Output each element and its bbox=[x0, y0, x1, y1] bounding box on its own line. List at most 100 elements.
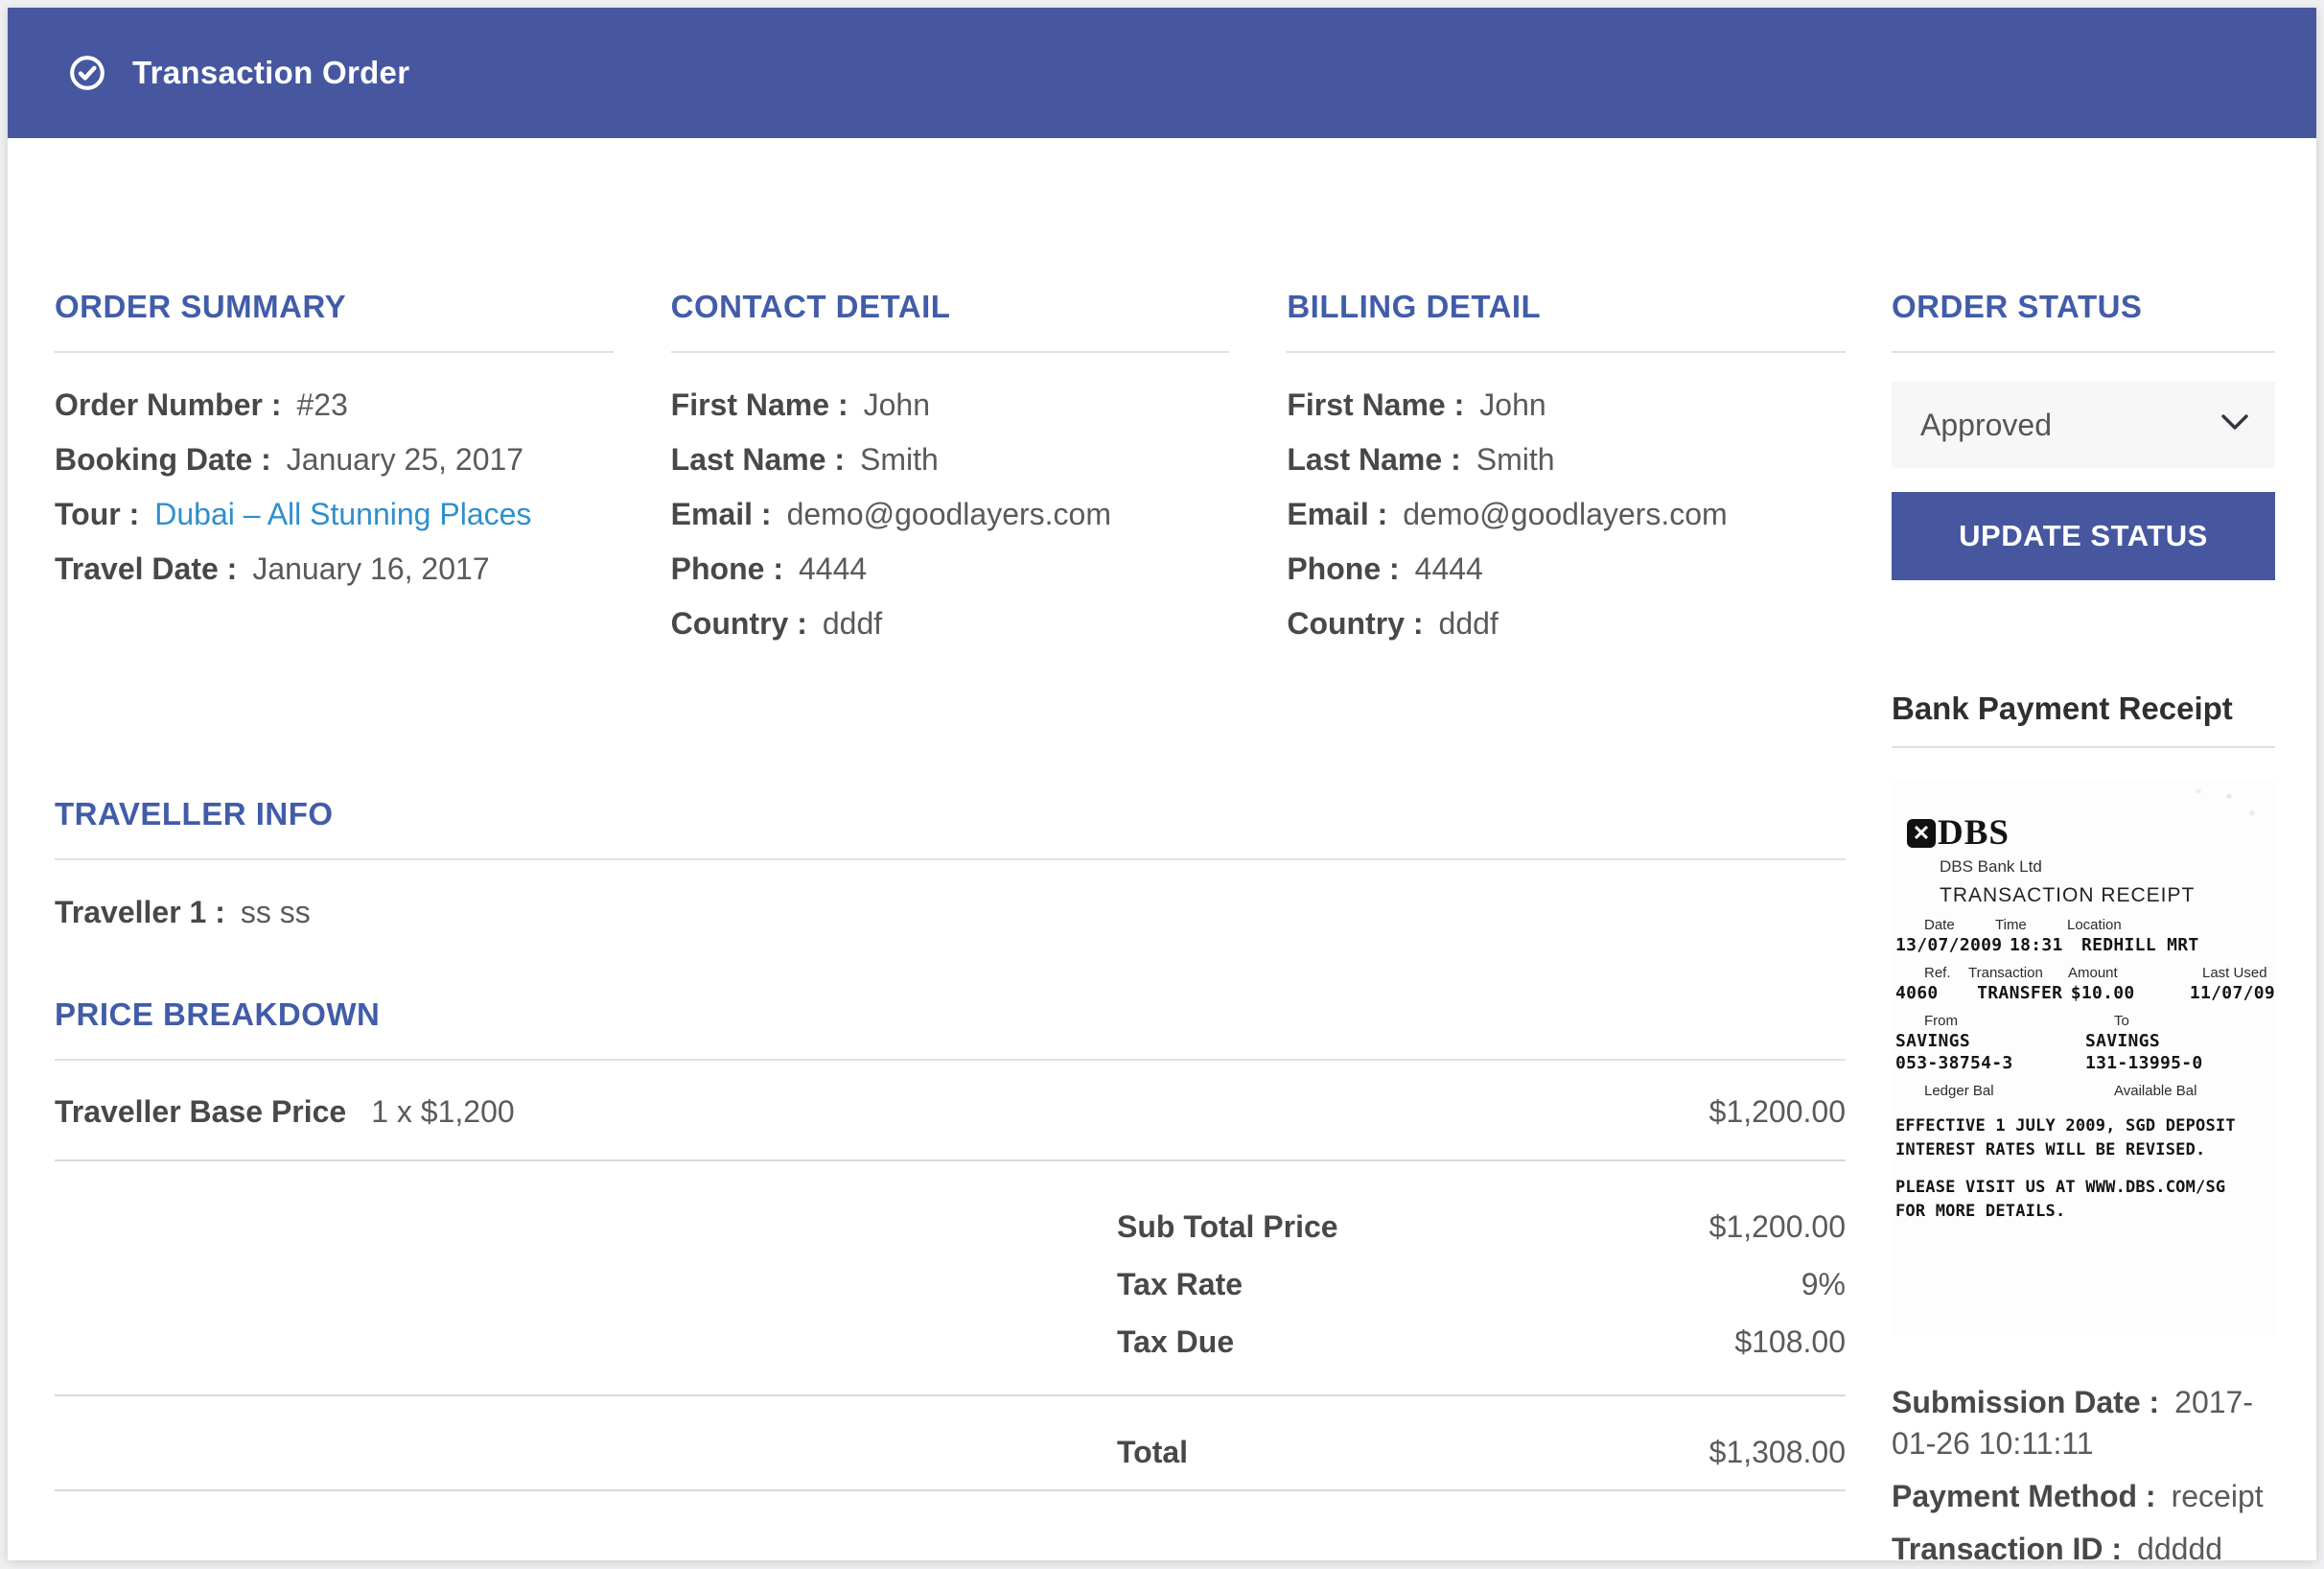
divider bbox=[55, 858, 1846, 860]
receipt-from-label: From bbox=[1892, 1013, 2081, 1029]
tax-due-label: Tax Due bbox=[1117, 1323, 1234, 1361]
divider bbox=[1892, 746, 2275, 748]
field-value: January 16, 2017 bbox=[252, 551, 489, 586]
dbs-logo-mark-icon: ✕ bbox=[1907, 819, 1936, 848]
field-label: Transaction ID : bbox=[1892, 1532, 2122, 1560]
field-label: Last Name : bbox=[671, 442, 845, 477]
tour-row: Tour : Dubai – All Stunning Places bbox=[55, 495, 614, 533]
field-value: ss ss bbox=[241, 895, 311, 929]
receipt-time-label: Time bbox=[1995, 917, 2067, 933]
billing-detail-section: BILLING DETAIL First Name :John Last Nam… bbox=[1287, 287, 1846, 659]
order-status-section: ORDER STATUS Approved UPDATE STATUS bbox=[1892, 287, 2275, 580]
receipt-available-bal-label: Available Bal bbox=[2081, 1083, 2275, 1099]
receipt-notice: PLEASE VISIT US AT WWW.DBS.COM/SG FOR MO… bbox=[1895, 1176, 2275, 1224]
last-name-row: Last Name : Smith bbox=[671, 440, 1230, 479]
receipt-ref-value: 4060 bbox=[1892, 983, 1977, 1003]
receipt-transaction-label: Transaction bbox=[1968, 965, 2068, 981]
receipt-from-account: 053-38754-3 bbox=[1892, 1053, 2081, 1073]
total-label: Total bbox=[1117, 1433, 1188, 1471]
page-title: Transaction Order bbox=[132, 55, 409, 91]
tax-rate-label: Tax Rate bbox=[1117, 1265, 1243, 1303]
field-value: John bbox=[1479, 387, 1545, 422]
subtotal-row: Sub Total Price $1,200.00 bbox=[55, 1207, 1846, 1246]
divider bbox=[1287, 351, 1846, 353]
email-row: Email : demo@goodlayers.com bbox=[671, 495, 1230, 533]
email-row: Email : demo@goodlayers.com bbox=[1287, 495, 1846, 533]
traveller-row: Traveller 1 :ss ss bbox=[55, 893, 1846, 931]
field-value: Smith bbox=[1476, 442, 1555, 477]
field-value: dddf bbox=[823, 606, 882, 641]
payment-meta: Submission Date :2017-01-26 10:11:11 Pay… bbox=[1892, 1382, 2275, 1560]
order-summary-section: ORDER SUMMARY Order Number :#23 Booking … bbox=[55, 287, 614, 659]
divider bbox=[55, 1489, 1846, 1491]
receipt-date-value: 13/07/2009 bbox=[1892, 935, 2010, 955]
submission-date-row: Submission Date :2017-01-26 10:11:11 bbox=[1892, 1382, 2275, 1464]
tax-rate-row: Tax Rate 9% bbox=[55, 1265, 1846, 1303]
total-row: Total $1,308.00 bbox=[55, 1433, 1846, 1471]
receipt-image: ✕ DBS DBS Bank Ltd TRANSACTION RECEIPT D… bbox=[1892, 780, 2275, 1334]
field-label: Email : bbox=[1287, 497, 1387, 531]
receipt-time-value: 18:31 bbox=[2010, 935, 2081, 955]
field-label: Tour : bbox=[55, 497, 139, 531]
field-value: receipt bbox=[2172, 1479, 2264, 1513]
page-header: Transaction Order bbox=[8, 8, 2316, 138]
travel-date-row: Travel Date : January 16, 2017 bbox=[55, 550, 614, 588]
field-label: Payment Method : bbox=[1892, 1479, 2156, 1513]
field-value: Smith bbox=[860, 442, 939, 477]
page-content: ORDER SUMMARY Order Number :#23 Booking … bbox=[8, 138, 2316, 1560]
receipt-from-type: SAVINGS bbox=[1892, 1031, 2081, 1051]
bank-payment-receipt-heading: Bank Payment Receipt bbox=[1892, 689, 2275, 728]
price-breakdown-section: PRICE BREAKDOWN Traveller Base Price 1 x… bbox=[55, 995, 1846, 1491]
receipt-amount-label: Amount bbox=[2068, 965, 2202, 981]
field-value: 4444 bbox=[799, 551, 867, 586]
transaction-id-row: Transaction ID :ddddd bbox=[1892, 1529, 2275, 1560]
tax-due-row: Tax Due $108.00 bbox=[55, 1323, 1846, 1361]
field-value: dddf bbox=[1439, 606, 1499, 641]
sidebar: ORDER STATUS Approved UPDATE STATUS Bank… bbox=[1892, 138, 2275, 1560]
divider bbox=[55, 351, 614, 353]
country-row: Country :dddf bbox=[1287, 604, 1846, 643]
field-value: demo@goodlayers.com bbox=[1403, 497, 1727, 531]
field-label: Phone : bbox=[1287, 551, 1399, 586]
field-label: Booking Date : bbox=[55, 442, 271, 477]
first-name-row: First Name :John bbox=[671, 386, 1230, 424]
receipt-amount-value: $10.00 bbox=[2071, 983, 2190, 1003]
last-name-row: Last Name : Smith bbox=[1287, 440, 1846, 479]
dbs-logo: ✕ DBS bbox=[1907, 812, 2275, 854]
field-value: John bbox=[864, 387, 930, 422]
contact-detail-section: CONTACT DETAIL First Name :John Last Nam… bbox=[671, 287, 1230, 659]
field-label: Email : bbox=[671, 497, 772, 531]
tax-due-value: $108.00 bbox=[1734, 1323, 1846, 1361]
field-label: Last Name : bbox=[1287, 442, 1460, 477]
receipt-location-label: Location bbox=[2067, 917, 2275, 933]
field-value: demo@goodlayers.com bbox=[787, 497, 1111, 531]
receipt-to-account: 131-13995-0 bbox=[2081, 1053, 2275, 1073]
traveller-info-section: TRAVELLER INFO Traveller 1 :ss ss bbox=[55, 794, 1846, 931]
transaction-order-card: Transaction Order ORDER SUMMARY Order Nu… bbox=[8, 8, 2316, 1560]
receipt-notice: EFFECTIVE 1 JULY 2009, SGD DEPOSIT INTER… bbox=[1895, 1114, 2275, 1162]
receipt-last-used-label: Last Used bbox=[2202, 965, 2275, 981]
country-row: Country :dddf bbox=[671, 604, 1230, 643]
tax-rate-value: 9% bbox=[1801, 1265, 1846, 1303]
dbs-logo-text: DBS bbox=[1938, 812, 2010, 854]
bank-payment-section: Bank Payment Receipt ✕ DBS DBS Bank Ltd … bbox=[1892, 689, 2275, 1560]
field-label: First Name : bbox=[1287, 387, 1464, 422]
order-summary-heading: ORDER SUMMARY bbox=[55, 287, 614, 326]
receipt-ref-label: Ref. bbox=[1892, 965, 1968, 981]
receipt-location-value: REDHILL MRT bbox=[2081, 935, 2275, 955]
order-number-row: Order Number :#23 bbox=[55, 386, 614, 424]
divider bbox=[55, 1059, 1846, 1061]
receipt-to-type: SAVINGS bbox=[2081, 1031, 2275, 1051]
base-price-amount: $1,200.00 bbox=[1709, 1092, 1846, 1131]
field-label: Travel Date : bbox=[55, 551, 237, 586]
total-value: $1,308.00 bbox=[1709, 1433, 1846, 1471]
receipt-date-label: Date bbox=[1892, 917, 1995, 933]
update-status-button[interactable]: UPDATE STATUS bbox=[1892, 492, 2275, 580]
status-select[interactable]: Approved bbox=[1892, 382, 2275, 468]
divider bbox=[671, 351, 1230, 353]
receipt-transaction-value: TRANSFER bbox=[1977, 983, 2071, 1003]
subtotal-label: Sub Total Price bbox=[1117, 1207, 1338, 1246]
check-circle-icon bbox=[69, 55, 105, 91]
tour-link[interactable]: Dubai – All Stunning Places bbox=[154, 497, 531, 531]
booking-date-row: Booking Date :January 25, 2017 bbox=[55, 440, 614, 479]
